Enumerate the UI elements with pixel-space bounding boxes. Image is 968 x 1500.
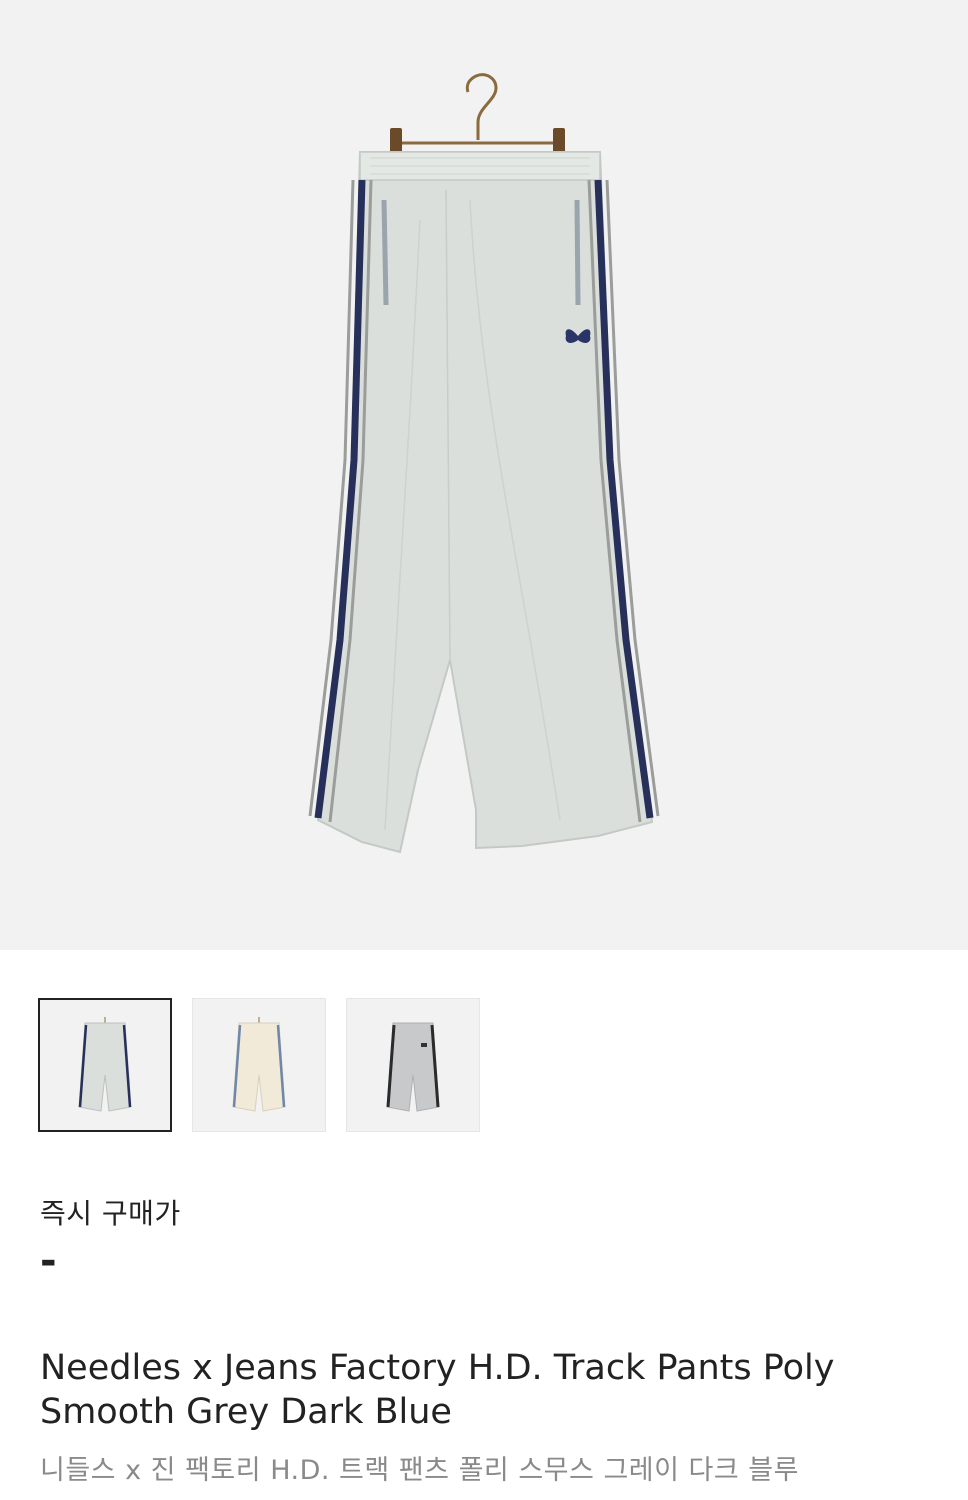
product-title-english: Needles x Jeans Factory H.D. Track Pants…	[40, 1348, 835, 1432]
thumbnail-grey-black[interactable]	[346, 998, 480, 1132]
pants-image	[308, 73, 660, 854]
thumbnail-pants-icon	[386, 1022, 440, 1112]
thumbnail-pants-icon	[78, 1017, 132, 1112]
thumbnail-grey-dark-blue[interactable]	[38, 998, 172, 1132]
product-title-korean: 니들스 x 진 팩토리 H.D. 트랙 팬츠 폴리 스무스 그레이 다크 블루	[40, 1455, 799, 1486]
main-product-image[interactable]	[0, 0, 968, 950]
zipper-left	[381, 199, 389, 306]
instant-buy-price-value: -	[40, 1238, 57, 1284]
thumbnail-ivory-blue[interactable]	[192, 998, 326, 1132]
zipper-right	[574, 199, 581, 306]
thumbnail-strip	[38, 998, 480, 1132]
thumbnail-pants-icon	[232, 1017, 286, 1112]
hanger-hook	[465, 73, 498, 140]
product-page: 즉시 구매가 - Needles x Jeans Factory H.D. Tr…	[0, 0, 968, 1500]
instant-buy-price-label: 즉시 구매가	[40, 1197, 181, 1230]
